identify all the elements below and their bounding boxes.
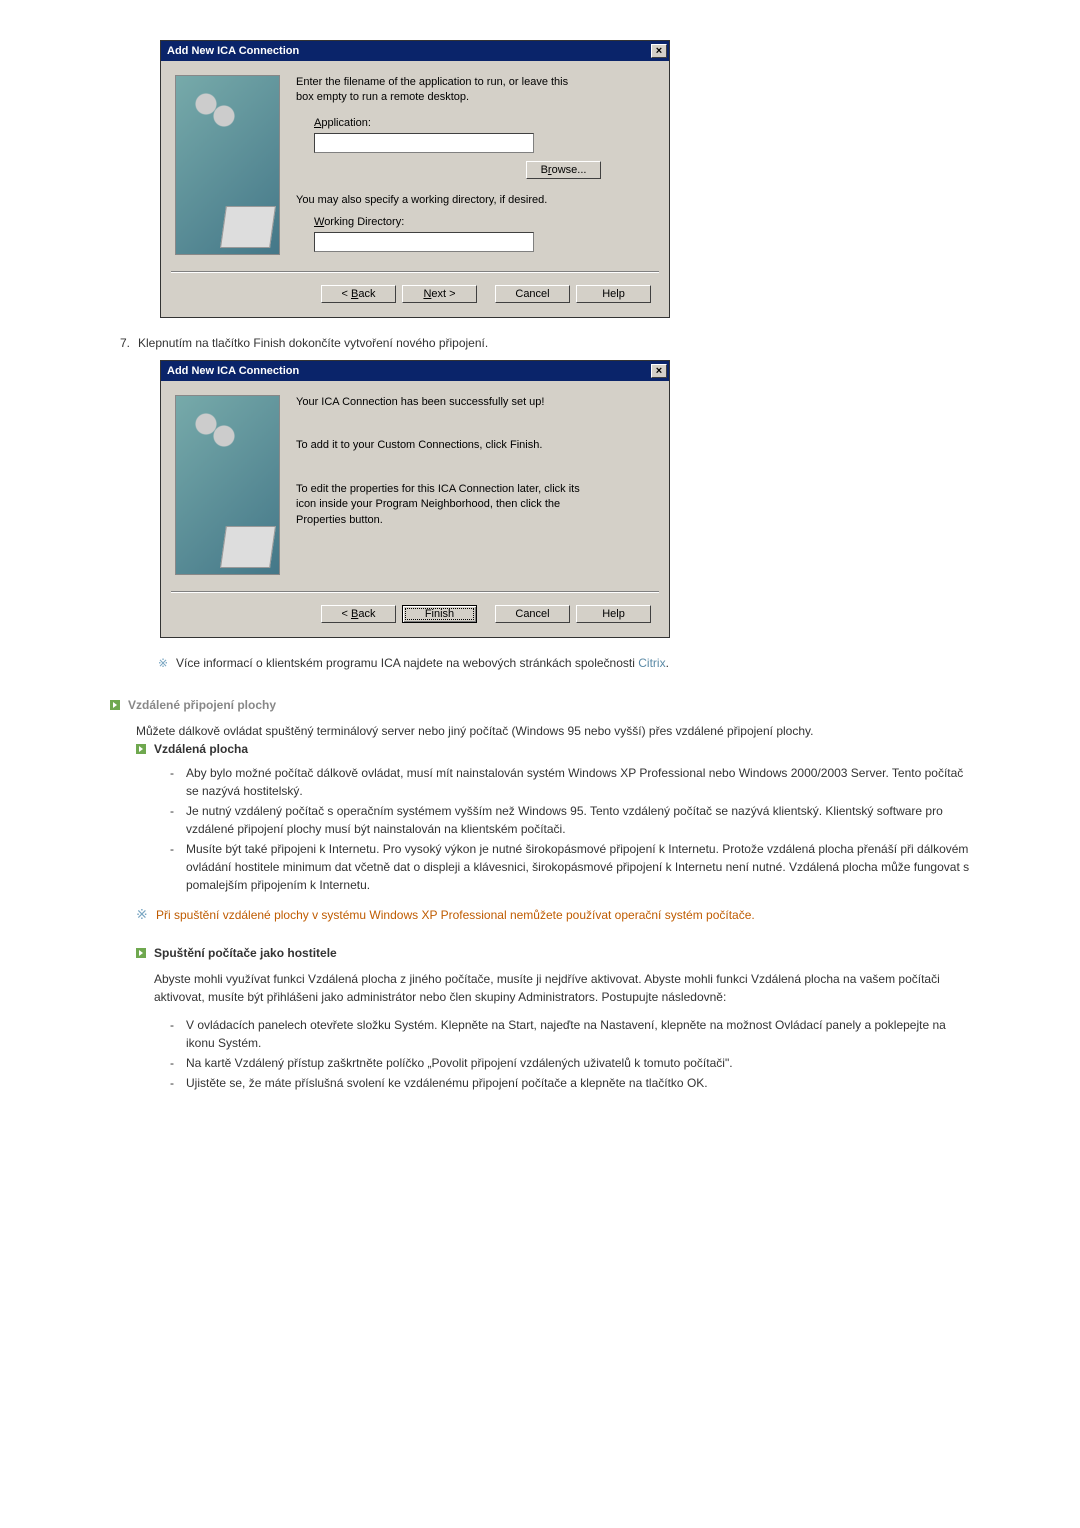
help-button[interactable]: Help	[576, 605, 651, 623]
dialog-intro: Enter the filename of the application to…	[296, 75, 586, 106]
host-body: Abyste mohli využívat funkci Vzdálená pl…	[154, 970, 970, 1006]
close-icon[interactable]: ×	[651, 364, 667, 378]
dialog-titlebar: Add New ICA Connection ×	[161, 361, 669, 381]
finish-line-3: To edit the properties for this ICA Conn…	[296, 482, 596, 528]
finish-line-1: Your ICA Connection has been successfull…	[296, 395, 655, 410]
list-item: V ovládacích panelech otevřete složku Sy…	[170, 1016, 970, 1052]
working-directory-intro: You may also specify a working directory…	[296, 193, 655, 208]
note-icon: ※	[158, 656, 176, 670]
cancel-button[interactable]: Cancel	[495, 605, 570, 623]
working-directory-label: Working Directory:	[296, 215, 655, 230]
step-number: 7.	[110, 336, 138, 350]
subsection-title: Spuštění počítače jako hostitele	[154, 946, 337, 960]
dialog-title: Add New ICA Connection	[167, 45, 299, 57]
dialog-button-row: < Back Next > Cancel Help	[161, 273, 669, 317]
dialog-button-row: < Back Finish Cancel Help	[161, 593, 669, 637]
finish-line-2: To add it to your Custom Connections, cl…	[296, 438, 655, 453]
section-remote-connection: Vzdálené připojení plochy	[110, 698, 970, 712]
list-item: Na kartě Vzdálený přístup zaškrtněte pol…	[170, 1054, 970, 1072]
dialog-title: Add New ICA Connection	[167, 365, 299, 377]
close-icon[interactable]: ×	[651, 44, 667, 58]
step-7: 7. Klepnutím na tlačítko Finish dokončít…	[110, 336, 970, 350]
dialog-titlebar: Add New ICA Connection ×	[161, 41, 669, 61]
subsection-host-start: Spuštění počítače jako hostitele	[110, 946, 970, 960]
note-icon: ※	[136, 906, 156, 924]
warning-text: Při spuštění vzdálené plochy v systému W…	[156, 906, 755, 924]
section-title: Vzdálené připojení plochy	[128, 698, 276, 712]
application-label: Application:	[296, 116, 655, 131]
bullet-icon	[136, 744, 146, 754]
working-directory-input[interactable]	[314, 232, 534, 252]
back-button[interactable]: < Back	[321, 605, 396, 623]
bullet-icon	[136, 948, 146, 958]
help-button[interactable]: Help	[576, 285, 651, 303]
wizard-illustration	[175, 75, 280, 255]
host-steps-list: V ovládacích panelech otevřete složku Sy…	[110, 1008, 970, 1092]
ica-wizard-finish-dialog: Add New ICA Connection × Your ICA Connec…	[160, 360, 670, 638]
cancel-button[interactable]: Cancel	[495, 285, 570, 303]
wizard-illustration	[175, 395, 280, 575]
back-button[interactable]: < Back	[321, 285, 396, 303]
list-item: Ujistěte se, že máte příslušná svolení k…	[170, 1074, 970, 1092]
bullet-icon	[110, 700, 120, 710]
citrix-note: ※ Více informací o klientském programu I…	[110, 656, 970, 670]
finish-button[interactable]: Finish	[402, 605, 477, 623]
note-text: Více informací o klientském programu ICA…	[176, 656, 669, 670]
browse-button[interactable]: Browse...	[526, 161, 601, 179]
subsection-title: Vzdálená plocha	[154, 742, 248, 756]
remote-desktop-warning: ※ Při spuštění vzdálené plochy v systému…	[110, 906, 970, 924]
subsection-remote-desktop: Vzdálená plocha	[110, 742, 970, 756]
list-item: Je nutný vzdálený počítač s operačním sy…	[170, 802, 970, 838]
next-button[interactable]: Next >	[402, 285, 477, 303]
remote-desktop-list: Aby bylo možné počítač dálkově ovládat, …	[110, 756, 970, 894]
list-item: Musíte být také připojeni k Internetu. P…	[170, 840, 970, 894]
application-input[interactable]	[314, 133, 534, 153]
ica-wizard-application-dialog: Add New ICA Connection × Enter the filen…	[160, 40, 670, 318]
step-text: Klepnutím na tlačítko Finish dokončíte v…	[138, 336, 488, 350]
section-body: Můžete dálkově ovládat spuštěný terminál…	[136, 722, 970, 740]
list-item: Aby bylo možné počítač dálkově ovládat, …	[170, 764, 970, 800]
citrix-link[interactable]: Citrix	[638, 656, 665, 670]
